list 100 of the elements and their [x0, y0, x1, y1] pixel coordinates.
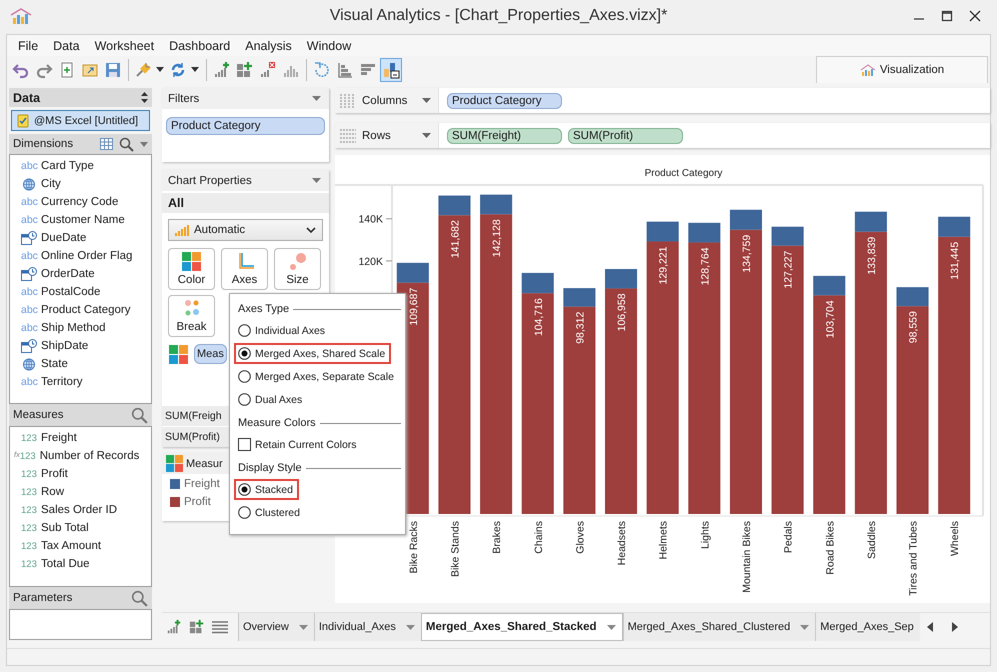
data-label: 106,958 — [616, 293, 628, 332]
dimension-item[interactable]: abc Territory — [10, 373, 151, 391]
text-type-label: abc — [21, 376, 37, 388]
legend-label: Profit — [184, 496, 211, 508]
tab-label[interactable]: Individual_Axes — [318, 621, 396, 633]
data-source-item[interactable]: @MS Excel [Untitled] — [11, 110, 150, 131]
dimension-item[interactable]: abc Product Category — [10, 301, 151, 319]
axes-button[interactable]: Axes — [221, 248, 268, 290]
radio-option[interactable]: Merged Axes, Separate Scale — [234, 366, 400, 387]
mark-type-dropdown[interactable]: Automatic — [168, 219, 323, 241]
dimension-item[interactable]: abc Ship Method — [10, 319, 151, 337]
add-chart-icon[interactable] — [166, 619, 182, 635]
dropdown-caret-icon — [156, 67, 164, 72]
color-button[interactable]: Color — [168, 248, 215, 290]
search-icon[interactable] — [131, 590, 148, 606]
dropdown-caret-icon — [191, 67, 199, 72]
measure-item[interactable]: 123 Row — [10, 483, 151, 501]
menu-item[interactable]: Dashboard — [169, 38, 230, 52]
number-type-label: 123 — [21, 558, 37, 570]
tab-label[interactable]: Overview — [243, 621, 289, 633]
radio-option[interactable]: Clustered — [234, 502, 306, 523]
menu-item[interactable]: Analysis — [245, 38, 292, 52]
dimension-item[interactable]: DueDate — [10, 229, 151, 247]
chart-view-button[interactable] — [380, 58, 402, 82]
scroll-left-icon[interactable] — [926, 622, 933, 632]
menu-item[interactable]: Worksheet — [94, 38, 154, 52]
rotate-icon — [313, 60, 331, 78]
measure-item[interactable]: 123 Profit — [10, 465, 151, 483]
table-icon[interactable] — [100, 138, 113, 150]
add-dashboard-icon[interactable] — [189, 619, 205, 635]
visualization-tab[interactable]: Visualization — [816, 56, 988, 83]
measure-item[interactable]: 123 Sales Order ID — [10, 501, 151, 519]
tab-label[interactable]: Merged_Axes_Shared_Stacked — [426, 621, 597, 633]
data-label: 98,312 — [574, 312, 586, 344]
menu-item[interactable]: File — [18, 38, 38, 52]
sheet-tab[interactable]: Merged_Axes_Shared_Stacked — [420, 613, 623, 641]
category-label: Lights — [699, 521, 712, 550]
dropdown-caret-icon[interactable] — [422, 98, 431, 103]
radio-option[interactable]: Individual Axes — [234, 320, 332, 341]
dimension-item[interactable]: OrderDate — [10, 265, 151, 283]
number-type-label: 123 — [21, 522, 37, 534]
tab-label[interactable]: Merged_Axes_Sep — [820, 621, 914, 633]
scroll-right-icon[interactable] — [952, 622, 958, 632]
dropdown-caret-icon[interactable] — [422, 133, 431, 138]
filter-pill[interactable]: Product Category — [166, 117, 325, 135]
close-icon[interactable] — [969, 10, 981, 22]
search-icon[interactable] — [131, 406, 148, 424]
dimension-item[interactable]: State — [10, 355, 151, 373]
measure-pill[interactable]: SUM(Freight) — [447, 128, 562, 144]
data-label: 129,221 — [658, 246, 670, 284]
measure-item[interactable]: 123 Freight — [10, 429, 151, 447]
category-label: Gloves — [574, 521, 586, 554]
measures-pill[interactable]: Meas — [194, 344, 227, 364]
list-icon[interactable] — [212, 620, 228, 634]
dimension-item[interactable]: abc Customer Name — [10, 211, 151, 229]
category-label: Helmets — [658, 521, 670, 560]
dimension-item[interactable]: abc PostalCode — [10, 283, 151, 301]
sheet-tab[interactable]: Merged_Axes_Sep — [815, 613, 920, 641]
radio-option[interactable]: Merged Axes, Shared Scale — [234, 343, 392, 364]
text-type-label: abc — [21, 304, 37, 316]
menu-item[interactable]: Window — [306, 38, 352, 52]
dropdown-caret-icon[interactable] — [298, 624, 308, 630]
search-icon[interactable] — [119, 136, 134, 152]
columns-handle-icon — [340, 94, 356, 108]
text-type-label: abc — [21, 196, 37, 208]
measure-item[interactable]: 123 Total Due — [10, 555, 151, 573]
dimension-item[interactable]: abc Online Order Flag — [10, 247, 151, 265]
dropdown-caret-icon[interactable] — [140, 142, 148, 146]
radio-option[interactable]: Stacked — [234, 479, 299, 500]
dropdown-caret-icon[interactable] — [800, 624, 810, 630]
dropdown-caret-icon[interactable] — [606, 624, 616, 630]
menu-item[interactable]: Data — [53, 38, 80, 52]
measure-pill[interactable]: SUM(Profit) — [568, 128, 683, 144]
chart-title: Product Category — [644, 168, 722, 179]
rows-handle-icon — [340, 128, 356, 142]
break-button[interactable]: Break — [168, 295, 215, 337]
refresh-icon — [169, 60, 187, 78]
radio-option[interactable]: Dual Axes — [234, 389, 308, 410]
sheet-tab[interactable]: Merged_Axes_Shared_Clustered — [622, 613, 816, 641]
globe-icon — [21, 178, 37, 190]
measure-item[interactable]: 123 Tax Amount — [10, 537, 151, 555]
dimension-item[interactable]: abc Currency Code — [10, 193, 151, 211]
dimension-item[interactable]: abc Card Type — [10, 157, 151, 175]
size-button[interactable]: Size — [274, 248, 321, 290]
dimension-item[interactable]: City — [10, 175, 151, 193]
checkbox-option[interactable]: Retain Current Colors — [234, 434, 363, 455]
dimension-item[interactable]: ShipDate — [10, 337, 151, 355]
maximize-icon[interactable] — [941, 10, 953, 22]
measure-item[interactable]: 123 Sub Total — [10, 519, 151, 537]
number-type-label: 123 — [21, 540, 37, 552]
sheet-tab[interactable]: Overview — [238, 613, 314, 641]
sort-arrows-icon[interactable] — [141, 92, 148, 103]
dropdown-caret-icon[interactable] — [312, 96, 321, 101]
tab-label[interactable]: Merged_Axes_Shared_Clustered — [628, 621, 790, 633]
dropdown-caret-icon[interactable] — [406, 624, 415, 630]
sheet-tab[interactable]: Individual_Axes — [314, 613, 421, 641]
dropdown-caret-icon[interactable] — [312, 178, 321, 183]
dimension-pill[interactable]: Product Category — [447, 92, 562, 108]
category-label: Saddles — [866, 521, 878, 559]
category-label: Tires and Tubes — [908, 521, 920, 596]
